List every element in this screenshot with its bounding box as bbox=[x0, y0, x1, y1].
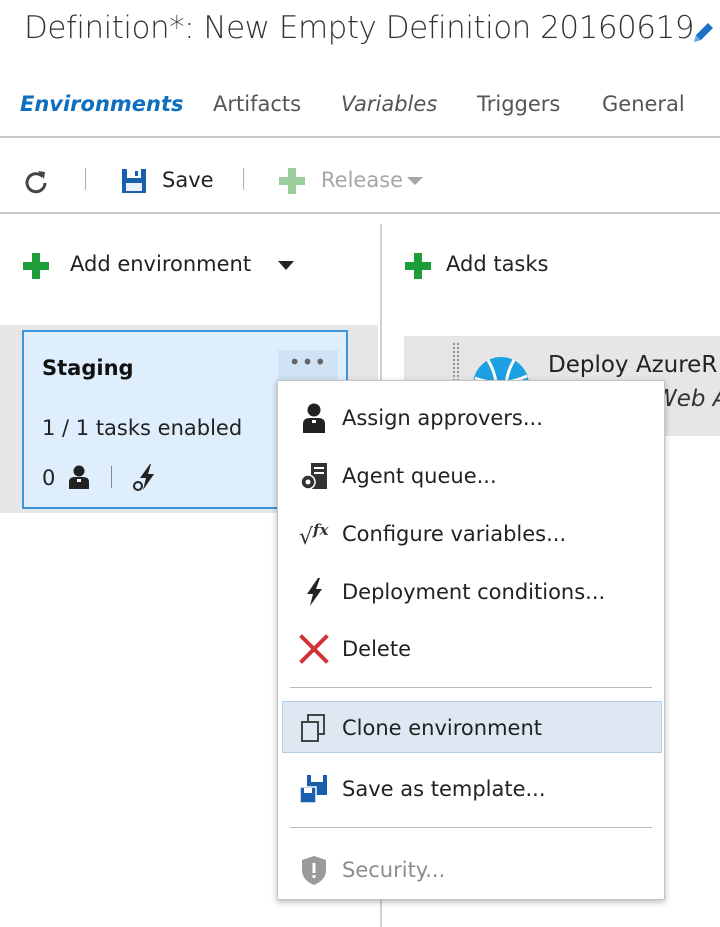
menu-item-agent-queue[interactable]: Agent queue... bbox=[278, 450, 666, 502]
menu-item-clone-environment[interactable]: Clone environment bbox=[282, 701, 662, 753]
add-environment-dropdown-icon[interactable] bbox=[277, 260, 295, 272]
tab-artifacts[interactable]: Artifacts bbox=[213, 92, 301, 116]
refresh-icon[interactable] bbox=[22, 168, 50, 196]
environment-name: Staging bbox=[42, 356, 134, 380]
environment-context-menu: Assign approvers... Agent queue... √ fx … bbox=[277, 380, 665, 900]
person-icon bbox=[303, 403, 325, 433]
task-title: Deploy AzureR bbox=[548, 352, 718, 378]
card-separator bbox=[111, 466, 112, 488]
approver-person-icon[interactable] bbox=[66, 464, 92, 490]
save-template-icon bbox=[299, 775, 327, 804]
menu-separator bbox=[290, 827, 652, 828]
toolbar-separator bbox=[85, 168, 86, 190]
tab-triggers[interactable]: Triggers bbox=[477, 92, 560, 116]
environment-more-button[interactable]: ••• bbox=[278, 350, 338, 384]
toolbar: Save Release bbox=[0, 140, 720, 214]
add-environment-button[interactable]: Add environment bbox=[70, 252, 251, 276]
tab-bar: Environments Artifacts Variables Trigger… bbox=[0, 86, 720, 138]
approver-count: 0 bbox=[42, 466, 56, 490]
save-button[interactable]: Save bbox=[162, 168, 214, 192]
page-title: Definition*: New Empty Definition 201606… bbox=[24, 10, 694, 46]
menu-item-deployment-conditions[interactable]: Deployment conditions... bbox=[278, 566, 666, 618]
add-tasks-plus-icon[interactable] bbox=[404, 252, 432, 280]
delete-x-icon bbox=[299, 634, 329, 664]
chevron-down-icon bbox=[407, 177, 423, 185]
tab-general[interactable]: General bbox=[602, 92, 685, 116]
clone-icon bbox=[301, 714, 325, 742]
deployment-conditions-icon[interactable] bbox=[132, 462, 162, 492]
edit-pencil-icon[interactable] bbox=[688, 18, 718, 48]
release-button[interactable]: Release bbox=[321, 168, 403, 192]
tasks-enabled-status: 1 / 1 tasks enabled bbox=[42, 416, 243, 440]
plus-icon bbox=[279, 168, 305, 194]
menu-item-delete[interactable]: Delete bbox=[278, 623, 666, 675]
lightning-icon bbox=[307, 578, 322, 606]
toolbar-separator bbox=[243, 168, 244, 190]
menu-item-assign-approvers[interactable]: Assign approvers... bbox=[278, 392, 666, 444]
menu-item-save-as-template[interactable]: Save as template... bbox=[278, 763, 666, 815]
shield-icon bbox=[302, 856, 326, 885]
menu-item-configure-variables[interactable]: √ fx Configure variables... bbox=[278, 508, 666, 560]
tab-variables[interactable]: Variables bbox=[341, 92, 437, 116]
svg-text:fx: fx bbox=[312, 521, 329, 539]
tab-environments[interactable]: Environments bbox=[20, 92, 184, 116]
add-tasks-button[interactable]: Add tasks bbox=[446, 252, 548, 276]
save-icon[interactable] bbox=[120, 167, 148, 195]
agent-queue-icon bbox=[300, 463, 327, 490]
menu-item-security[interactable]: Security... bbox=[278, 844, 666, 896]
menu-separator bbox=[290, 687, 652, 688]
svg-text:√: √ bbox=[299, 525, 314, 550]
fx-icon: √ fx bbox=[299, 521, 329, 550]
add-environment-plus-icon[interactable] bbox=[22, 252, 50, 280]
